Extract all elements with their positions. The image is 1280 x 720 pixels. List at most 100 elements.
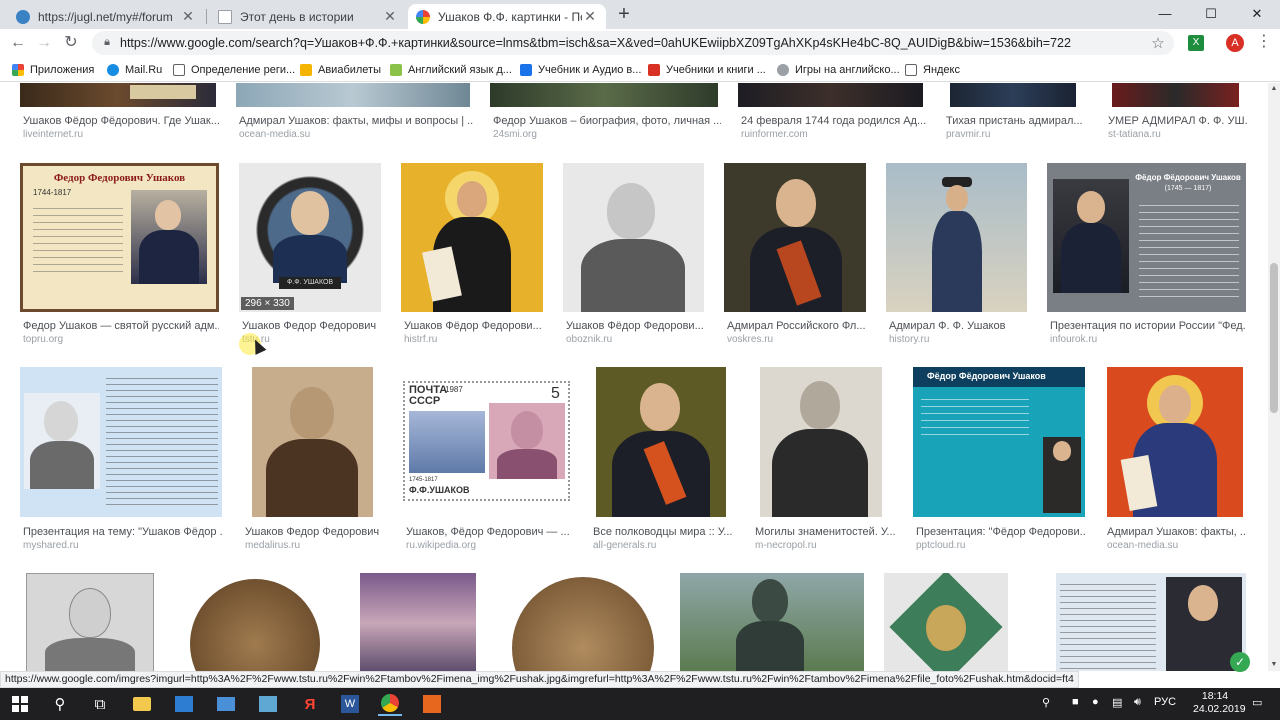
result-caption[interactable]: Адмирал Ушаков: факты, ... [1107, 526, 1247, 538]
image-thumbnail[interactable] [401, 163, 543, 312]
scroll-up-icon[interactable]: ▲ [1268, 83, 1280, 95]
result-caption[interactable]: Адмирал Ушаков: факты, мифы и вопросы | … [239, 115, 473, 127]
menu-icon[interactable]: ⋮ [1256, 33, 1272, 53]
image-thumbnail[interactable] [886, 163, 1027, 312]
taskbar-clock[interactable]: 18:14 24.02.2019 [1193, 690, 1246, 716]
image-thumbnail[interactable] [724, 163, 866, 312]
image-thumbnail[interactable] [563, 163, 704, 312]
close-icon[interactable]: ✕ [382, 8, 398, 25]
bookmark-mailru[interactable]: Mail.Ru [107, 62, 162, 78]
bookmark-avia[interactable]: Авиабилеты [300, 62, 381, 78]
tray-icon[interactable]: ● [1092, 696, 1099, 708]
page-scrollbar[interactable]: ▲ ▼ [1268, 83, 1280, 671]
result-caption[interactable]: Адмирал Российского Фл... [727, 320, 867, 332]
result-caption[interactable]: УМЕР АДМИРАЛ Ф. Ф. УШ... [1108, 115, 1248, 127]
address-bar[interactable]: 🔒︎ https://www.google.com/search?q=Ушако… [92, 31, 1174, 55]
result-caption[interactable]: Федор Ушаков — святой русский адм... [23, 320, 219, 332]
image-thumbnail[interactable] [738, 83, 923, 107]
back-button[interactable]: ← [8, 33, 28, 53]
image-thumbnail[interactable] [760, 367, 882, 517]
result-caption[interactable]: 24 февраля 1744 года родился Ад... [741, 115, 929, 127]
close-icon[interactable]: ✕ [180, 8, 196, 25]
image-thumbnail[interactable] [950, 83, 1076, 107]
image-thumbnail[interactable] [1056, 573, 1246, 671]
result-caption[interactable]: Ушаков Федор Федорович [242, 320, 392, 332]
yandex-browser-icon[interactable]: Я [298, 692, 322, 716]
stamp-image[interactable]: ПОЧТА СССР 1987 5 1745-1817 Ф.Ф.УШАКОВ [403, 381, 570, 501]
image-thumbnail[interactable]: Фёдор Фёдорович Ушаков (1745 — 1817) [1047, 163, 1246, 312]
tab-google-images[interactable]: Ушаков Ф.Ф. картинки - Поиск в ✕ [408, 4, 606, 29]
minimize-button[interactable]: — [1142, 0, 1188, 29]
task-view-icon[interactable]: ⧉ [88, 692, 112, 716]
profile-avatar[interactable]: A [1226, 34, 1244, 52]
result-caption[interactable]: Ушаков Федор Федорович [245, 526, 385, 538]
monument-image[interactable] [680, 573, 864, 671]
result-caption[interactable]: Федор Ушаков – биография, фото, личная .… [493, 115, 721, 127]
image-thumbnail[interactable] [596, 367, 726, 517]
bookmark-english[interactable]: Английский язык д... [390, 62, 512, 78]
tab-history[interactable]: Этот день в истории ✕ [210, 4, 406, 29]
result-caption[interactable]: Презентация: "Фёдор Федорови... [916, 526, 1086, 538]
word-icon[interactable]: W [338, 692, 362, 716]
image-thumbnail[interactable] [1107, 367, 1243, 517]
bookmark-region[interactable]: Определение реги... [173, 62, 295, 78]
url-text[interactable]: https://www.google.com/search?q=Ушаков+Ф… [120, 36, 1148, 50]
bookmark-apps[interactable]: Приложения [12, 62, 94, 78]
image-thumbnail[interactable] [360, 573, 476, 671]
search-icon[interactable]: ⚲ [48, 692, 72, 716]
lock-icon[interactable]: 🔒︎ [100, 36, 114, 50]
image-thumbnail[interactable]: Фёдор Фёдорович Ушаков [913, 367, 1085, 517]
image-thumbnail[interactable] [252, 367, 373, 517]
bookmark-textbook[interactable]: Учебник и Аудио в... [520, 62, 641, 78]
order-image[interactable] [884, 573, 1008, 671]
image-thumbnail[interactable]: Ф.Ф. УШАКОВ 296 × 330 [239, 163, 381, 312]
result-caption[interactable]: Презентация по истории России "Фед... [1050, 320, 1246, 332]
image-thumbnail[interactable] [490, 83, 718, 107]
forward-button[interactable]: → [34, 33, 54, 53]
volume-icon[interactable]: 🔊︎ [1134, 696, 1141, 709]
image-thumbnail[interactable] [20, 83, 216, 107]
notifications-icon[interactable]: ▭ [1252, 696, 1262, 709]
recorder-icon[interactable] [420, 692, 444, 716]
network-icon[interactable]: ▤ [1112, 696, 1122, 709]
chrome-icon[interactable] [378, 692, 402, 716]
app-blue-icon[interactable] [172, 692, 196, 716]
result-caption[interactable]: Ушаков Фёдор Федорови... [404, 320, 544, 332]
bookmark-books[interactable]: Учебники и книги ... [648, 62, 766, 78]
people-icon[interactable]: ⚲ [1042, 696, 1050, 709]
scroll-thumb[interactable] [1270, 263, 1278, 413]
reload-button[interactable]: ↻ [61, 33, 81, 53]
language-indicator[interactable]: РУС [1154, 696, 1176, 708]
extension-icon[interactable]: X [1188, 35, 1204, 51]
bookmark-yandex[interactable]: Яндекс [905, 62, 960, 78]
result-caption[interactable]: Адмирал Ф. Ф. Ушаков [889, 320, 1029, 332]
result-caption[interactable]: Ушаков Фёдор Федорови... [566, 320, 706, 332]
windows-start-icon[interactable] [8, 692, 32, 716]
image-thumbnail[interactable] [20, 367, 222, 517]
medal-image[interactable] [508, 573, 658, 671]
bookmark-games[interactable]: Игры на английско... [777, 62, 900, 78]
scroll-down-icon[interactable]: ▼ [1268, 659, 1280, 671]
check-icon[interactable]: ✓ [1230, 652, 1250, 672]
result-caption[interactable]: Ушаков Фёдор Фёдорович. Где Ушак... [23, 115, 219, 127]
image-thumbnail[interactable] [26, 573, 154, 671]
result-caption[interactable]: Ушаков, Фёдор Федорович — ... [406, 526, 574, 538]
result-caption[interactable]: Презентация на тему: "Ушаков Фёдор ... [23, 526, 223, 538]
result-caption[interactable]: Могилы знаменитостей. У... [755, 526, 895, 538]
file-explorer-icon[interactable] [130, 692, 154, 716]
result-caption[interactable]: Все полководцы мира :: У... [593, 526, 733, 538]
close-icon[interactable]: ✕ [582, 8, 598, 25]
image-thumbnail[interactable] [236, 83, 470, 107]
bookmark-star-icon[interactable]: ☆ [1148, 34, 1168, 52]
tray-icon[interactable]: ■ [1072, 696, 1079, 708]
image-thumbnail[interactable]: Федор Федорович Ушаков 1744-1817 [20, 163, 219, 312]
maximize-button[interactable]: ☐ [1188, 0, 1234, 29]
result-caption[interactable]: Тихая пристань адмирал... [946, 115, 1096, 127]
new-tab-button[interactable]: + [614, 4, 634, 25]
medal-image[interactable] [182, 573, 328, 671]
close-window-button[interactable]: ✕ [1234, 0, 1280, 29]
app-generic-icon[interactable] [256, 692, 280, 716]
tab-jugl[interactable]: https://jugl.net/my#/forum ✕ [8, 4, 204, 29]
mail-icon[interactable] [214, 692, 238, 716]
image-thumbnail[interactable] [1112, 83, 1239, 107]
